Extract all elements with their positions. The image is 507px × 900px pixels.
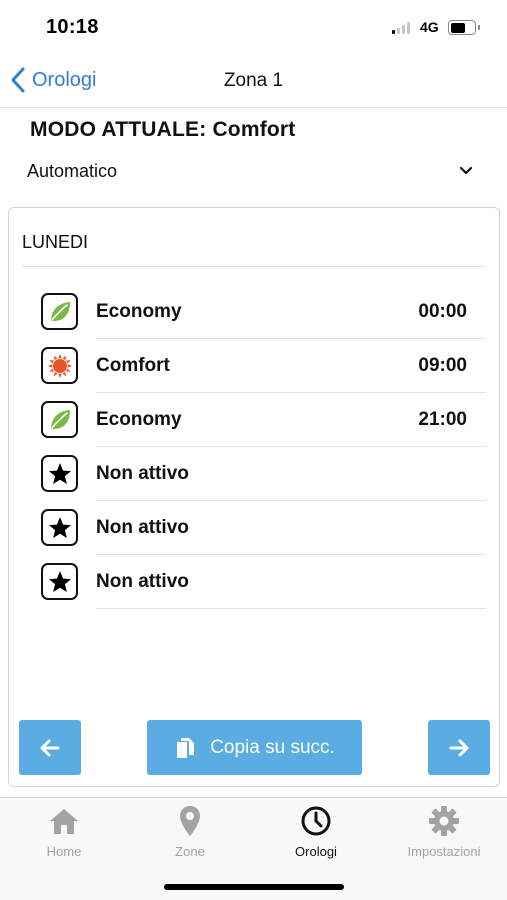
current-mode-title: MODO ATTUALE: Comfort: [30, 118, 296, 141]
page-title: Zona 1: [223, 70, 284, 91]
tab-home-label: Home: [46, 844, 82, 859]
schedule-time: 00:00: [418, 301, 467, 322]
map-pin-icon: [180, 806, 200, 836]
mode-select[interactable]: Automatico: [27, 158, 481, 188]
tab-home[interactable]: Home: [1, 804, 127, 866]
schedule-time: 09:00: [418, 355, 467, 376]
next-day-button[interactable]: [428, 720, 490, 775]
battery-icon: [448, 20, 476, 35]
tab-zone-label: Zone: [175, 844, 205, 859]
day-label: LUNEDI: [22, 232, 89, 252]
leaf-icon: [41, 401, 78, 438]
schedule-row[interactable]: Non attivo: [9, 555, 499, 609]
schedule-row[interactable]: Non attivo: [9, 501, 499, 555]
tab-orologi[interactable]: Orologi: [253, 804, 379, 866]
arrow-right-icon: [449, 739, 469, 756]
schedule-mode-label: Non attivo: [96, 571, 189, 592]
tab-settings[interactable]: Impostazioni: [381, 804, 507, 866]
arrow-left-icon: [40, 739, 60, 756]
schedule-mode-label: Non attivo: [96, 463, 189, 484]
schedule-list: Economy 00:00 Comfort 09:00 Economy 21:00 Non …: [9, 285, 499, 609]
schedule-row[interactable]: Non attivo: [9, 447, 499, 501]
schedule-mode-label: Economy: [96, 409, 182, 430]
divider: [96, 608, 486, 609]
home-indicator[interactable]: [164, 884, 344, 890]
copy-icon: [177, 737, 195, 758]
signal-icon: [392, 22, 410, 34]
status-time: 10:18: [46, 16, 99, 38]
sun-icon: [41, 347, 78, 384]
leaf-icon: [41, 293, 78, 330]
schedule-row[interactable]: Comfort 09:00: [9, 339, 499, 393]
schedule-mode-label: Economy: [96, 301, 182, 322]
previous-day-button[interactable]: [19, 720, 81, 775]
star-icon: [41, 455, 78, 492]
schedule-card: LUNEDI Economy 00:00 Comfort 09:00 Economy 21…: [8, 207, 500, 787]
schedule-time: 21:00: [418, 409, 467, 430]
status-bar: 10:18 4G: [0, 0, 507, 54]
network-type: 4G: [420, 19, 439, 35]
tab-orologi-label: Orologi: [295, 844, 337, 859]
clock-icon: [301, 806, 331, 836]
schedule-mode-label: Non attivo: [96, 517, 189, 538]
schedule-mode-label: Comfort: [96, 355, 170, 376]
schedule-row[interactable]: Economy 21:00: [9, 393, 499, 447]
copy-next-label: Copia su succ.: [210, 736, 335, 758]
tab-zone[interactable]: Zone: [127, 804, 253, 866]
mode-select-value: Automatico: [27, 161, 118, 181]
battery-tip: [478, 25, 480, 30]
tab-settings-label: Impostazioni: [407, 844, 481, 859]
home-icon: [50, 809, 78, 834]
chevron-down-icon: [459, 166, 473, 175]
divider: [22, 266, 486, 267]
star-icon: [41, 509, 78, 546]
schedule-row[interactable]: Economy 00:00: [9, 285, 499, 339]
copy-next-button[interactable]: Copia su succ.: [147, 720, 362, 775]
nav-bar: Orologi Zona 1: [0, 54, 507, 108]
tab-bar: Home Zone Orologi Impostazioni: [0, 797, 507, 900]
gear-icon: [429, 806, 459, 836]
star-icon: [41, 563, 78, 600]
